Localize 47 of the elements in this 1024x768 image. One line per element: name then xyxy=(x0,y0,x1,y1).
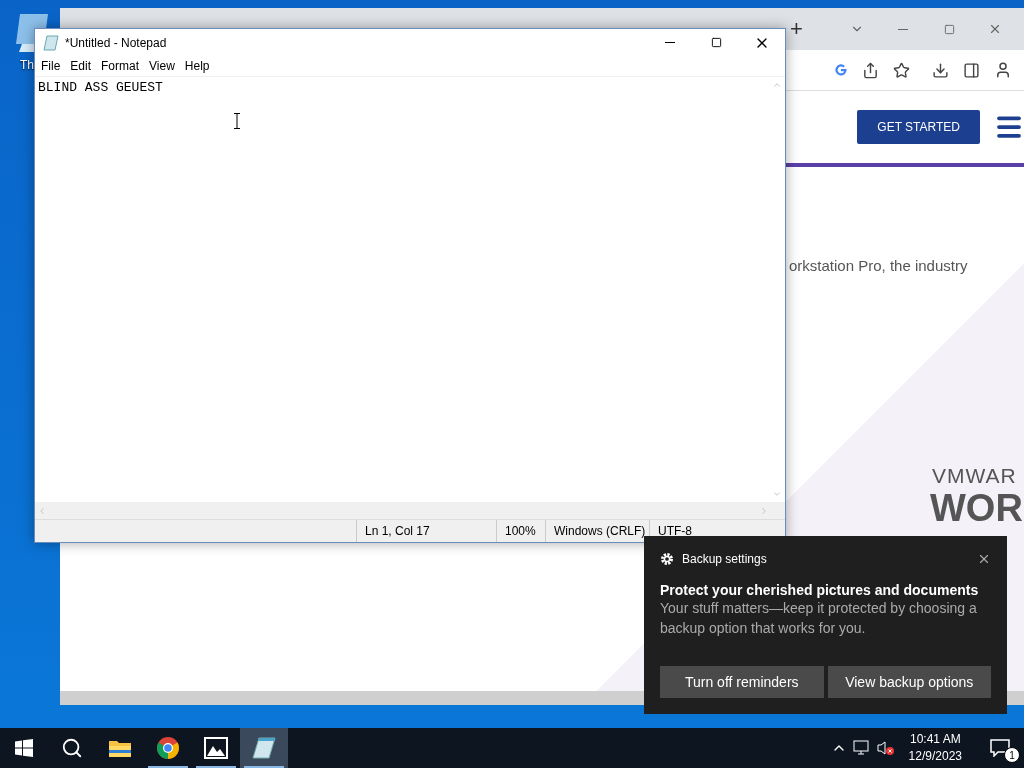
taskbar-app-button[interactable] xyxy=(240,728,288,768)
network-icon[interactable] xyxy=(852,740,871,756)
share-icon[interactable] xyxy=(862,61,879,79)
chrome-icon xyxy=(156,736,180,760)
hero-text: orkstation Pro, the industry xyxy=(789,257,969,274)
status-cell: Ln 1, Col 17 xyxy=(356,520,496,542)
menu-item[interactable]: Edit xyxy=(65,59,97,73)
close-icon[interactable] xyxy=(988,22,1002,36)
close-icon[interactable] xyxy=(977,552,991,566)
download-icon[interactable] xyxy=(932,61,949,79)
menu-item[interactable]: Help xyxy=(179,59,215,73)
menu-item[interactable]: Format xyxy=(96,59,145,73)
maximize-icon[interactable] xyxy=(943,23,955,35)
muted-speaker-icon[interactable] xyxy=(876,740,895,756)
window-title: *Untitled - Notepad xyxy=(65,35,168,50)
speech-bubble-icon xyxy=(990,739,1010,757)
notification-action[interactable]: Turn off reminders xyxy=(660,666,824,698)
notification-action[interactable]: View backup options xyxy=(827,666,991,698)
minimize-icon xyxy=(665,42,675,43)
action-center-button[interactable]: 1 xyxy=(976,728,1024,768)
desktop-item-label[interactable]: Th xyxy=(14,58,34,72)
search-icon xyxy=(61,737,83,759)
text-cursor-icon xyxy=(234,113,240,129)
side-panel-icon[interactable] xyxy=(963,61,980,79)
status-cell: 100% xyxy=(496,520,545,542)
menu-item[interactable]: View xyxy=(144,59,180,73)
document-text: BLIND ASS GEUEST xyxy=(38,80,163,95)
get-started-button[interactable]: GET STARTED xyxy=(857,110,980,144)
star-icon[interactable] xyxy=(893,61,910,79)
folder-icon xyxy=(108,738,132,758)
notepad-icon xyxy=(251,736,277,760)
maximize-icon xyxy=(710,37,722,48)
notification-count: 1 xyxy=(1004,747,1020,763)
photos-icon xyxy=(204,737,228,759)
settings-icon xyxy=(660,552,674,566)
google-icon[interactable] xyxy=(834,63,848,77)
menu-item[interactable]: File xyxy=(36,59,66,73)
clock[interactable]: 10:41 AM 12/9/2023 xyxy=(900,731,970,765)
windows-logo-icon xyxy=(15,739,33,757)
notification-body: Your stuff matters—keep it protected by choosing a backup option that works for you. xyxy=(660,599,978,638)
notification-title: Protect your cherished pictures and documents xyxy=(660,582,980,598)
notification-app: Backup settings xyxy=(682,552,768,566)
brand-title: WOR xyxy=(930,488,1024,530)
brand-line: VMWAR xyxy=(932,464,1018,488)
new-tab-button[interactable]: + xyxy=(790,16,803,42)
profile-icon[interactable] xyxy=(994,61,1012,79)
minimize-icon[interactable] xyxy=(898,28,908,30)
